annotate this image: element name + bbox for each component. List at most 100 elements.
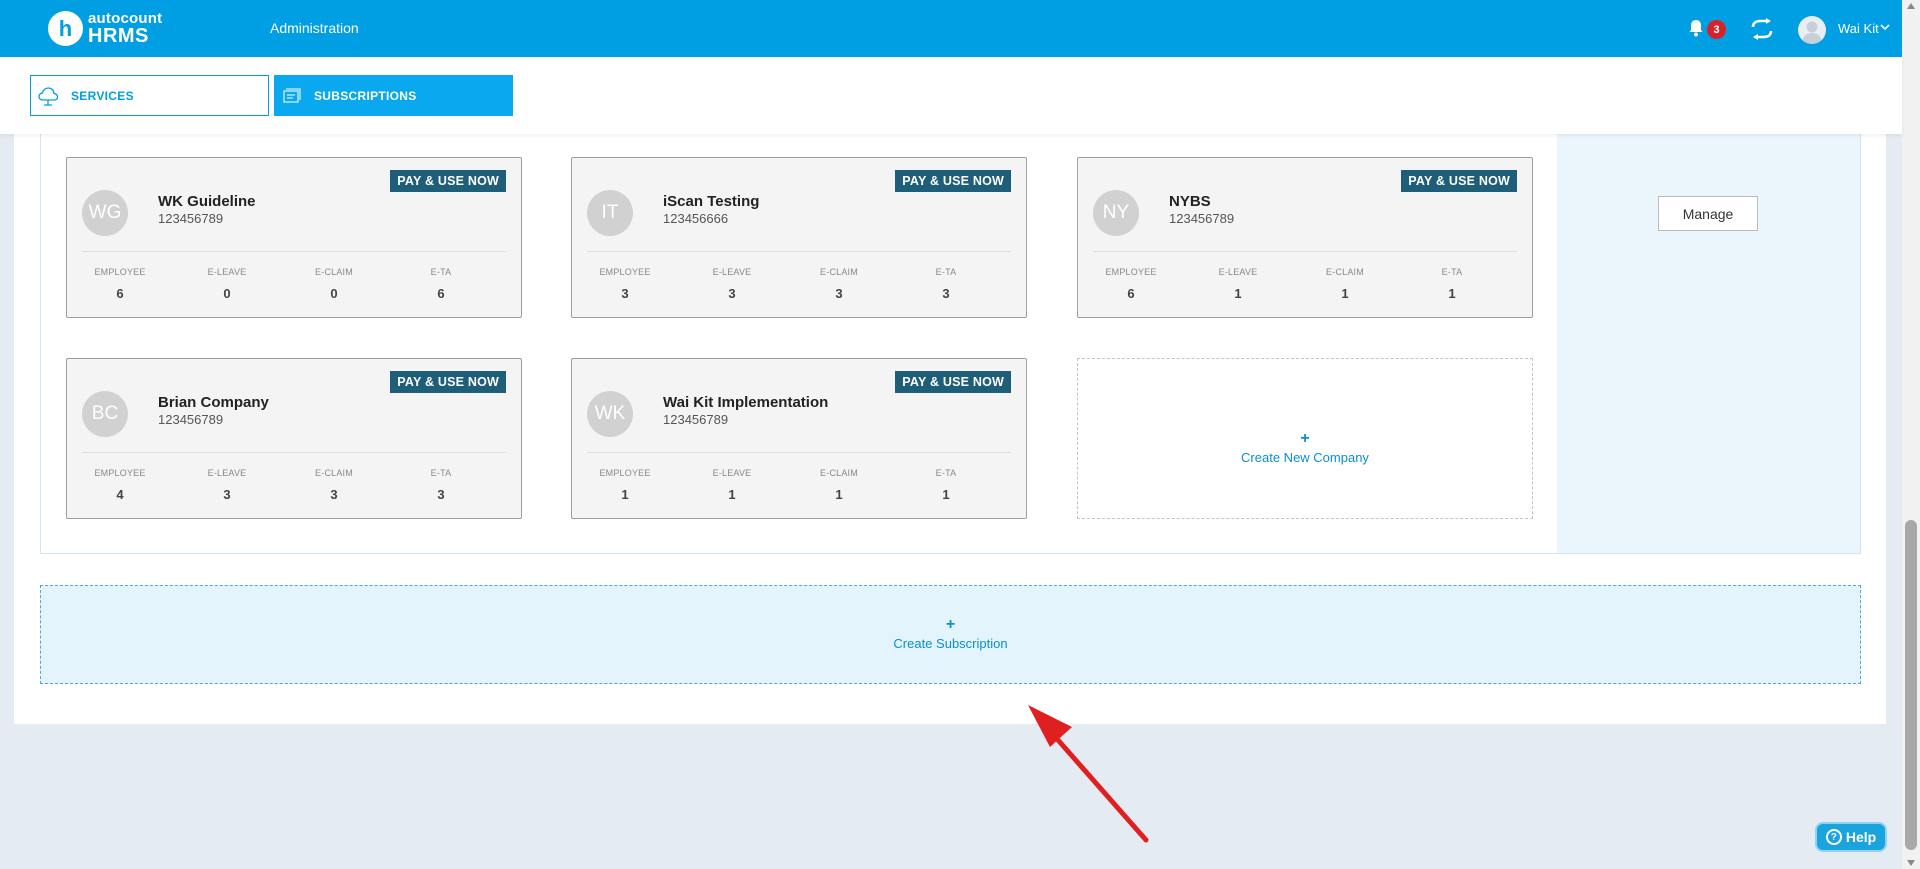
company-number: 123456789: [158, 412, 224, 427]
logo-line1: autocount: [88, 10, 163, 27]
manage-button[interactable]: Manage: [1658, 196, 1758, 231]
stat-employee: EMPLOYEE 6: [70, 267, 170, 301]
stat-eclaim: E-CLAIM 1: [789, 468, 889, 502]
stat-label: E-TA: [430, 468, 452, 478]
cloud-icon: [38, 86, 59, 106]
pay-use-now-button[interactable]: PAY & USE NOW: [390, 371, 506, 393]
user-avatar[interactable]: [1798, 16, 1826, 44]
company-name: WK Guideline: [158, 193, 256, 210]
stat-label: EMPLOYEE: [94, 267, 146, 277]
vertical-scrollbar[interactable]: [1902, 0, 1920, 869]
chevron-down-icon[interactable]: [1880, 24, 1890, 31]
company-name: NYBS: [1169, 193, 1211, 210]
plus-icon: +: [945, 616, 956, 633]
tab-subscriptions-label: SUBSCRIPTIONS: [314, 88, 417, 103]
subscription-actions-column: [1557, 130, 1860, 553]
stat-value: 3: [223, 487, 231, 502]
stat-value: 4: [116, 487, 124, 502]
stat-label: E-LEAVE: [712, 468, 752, 478]
stat-eclaim: E-CLAIM 3: [284, 468, 384, 502]
stat-label: E-LEAVE: [1218, 267, 1258, 277]
stat-value: 3: [621, 286, 629, 301]
company-number: 123456789: [663, 412, 729, 427]
stat-employee: EMPLOYEE 1: [575, 468, 675, 502]
stat-eclaim: E-CLAIM 3: [789, 267, 889, 301]
stat-value: 6: [116, 286, 124, 301]
company-card[interactable]: PAY & USE NOW NY NYBS 123456789 EMPLOYEE…: [1077, 157, 1533, 318]
stat-label: E-LEAVE: [207, 267, 247, 277]
stat-label: EMPLOYEE: [599, 267, 651, 277]
pay-use-now-button[interactable]: PAY & USE NOW: [390, 170, 506, 192]
stat-eleave: E-LEAVE 1: [1188, 267, 1288, 301]
company-name: iScan Testing: [663, 193, 760, 210]
stat-label: E-CLAIM: [315, 267, 353, 277]
help-button[interactable]: ? Help: [1815, 822, 1887, 852]
company-card[interactable]: PAY & USE NOW IT iScan Testing 123456666…: [571, 157, 1027, 318]
nav-administration[interactable]: Administration: [270, 20, 359, 36]
stat-label: E-CLAIM: [820, 468, 858, 478]
pay-use-now-button[interactable]: PAY & USE NOW: [895, 170, 1011, 192]
stat-value: 1: [621, 487, 629, 502]
stat-value: 1: [1341, 286, 1349, 301]
company-card[interactable]: PAY & USE NOW BC Brian Company 123456789…: [66, 358, 522, 519]
card-divider: [587, 452, 1011, 453]
stat-eta: E-TA 3: [896, 267, 996, 301]
company-initials-avatar: WG: [82, 190, 128, 236]
stat-eta: E-TA 3: [391, 468, 491, 502]
stat-value: 3: [835, 286, 843, 301]
tab-services-label: SERVICES: [71, 88, 134, 103]
switch-company-icon[interactable]: [1749, 18, 1775, 40]
stat-employee: EMPLOYEE 4: [70, 468, 170, 502]
stat-label: E-TA: [935, 267, 957, 277]
subscription-icon: [283, 87, 301, 103]
company-number: 123456666: [663, 211, 729, 226]
stat-value: 3: [437, 487, 445, 502]
create-new-company-label: Create New Company: [1241, 450, 1369, 465]
create-subscription-button[interactable]: + Create Subscription: [40, 585, 1861, 684]
company-initials-avatar: NY: [1093, 190, 1139, 236]
card-divider: [1093, 251, 1517, 252]
company-card[interactable]: PAY & USE NOW WG WK Guideline 123456789 …: [66, 157, 522, 318]
notification-badge: 3: [1707, 20, 1726, 39]
stat-eta: E-TA 6: [391, 267, 491, 301]
company-initials-avatar: IT: [587, 190, 633, 236]
top-navbar: h autocount HRMS Administration 3 Wai Ki…: [0, 0, 1902, 57]
stat-label: EMPLOYEE: [1105, 267, 1157, 277]
create-subscription-label: Create Subscription: [893, 636, 1008, 651]
scrollbar-thumb[interactable]: [1905, 520, 1917, 850]
stat-eleave: E-LEAVE 3: [682, 267, 782, 301]
logo-mark: h: [48, 11, 83, 46]
stat-value: 1: [728, 487, 736, 502]
create-new-company-button[interactable]: + Create New Company: [1077, 358, 1533, 519]
stat-eta: E-TA 1: [1402, 267, 1502, 301]
tab-subscriptions[interactable]: SUBSCRIPTIONS: [274, 75, 513, 116]
tab-services[interactable]: SERVICES: [30, 75, 269, 116]
scroll-down-arrow-icon[interactable]: [1907, 860, 1915, 866]
logo-text: autocount HRMS: [88, 11, 162, 46]
stat-label: E-LEAVE: [207, 468, 247, 478]
bell-icon[interactable]: [1688, 19, 1704, 37]
card-divider: [82, 452, 506, 453]
app-logo[interactable]: h autocount HRMS: [48, 11, 162, 46]
stat-label: E-TA: [935, 468, 957, 478]
stat-value: 1: [942, 487, 950, 502]
stat-label: EMPLOYEE: [94, 468, 146, 478]
tab-strip: SERVICES SUBSCRIPTIONS: [0, 57, 1902, 134]
stat-label: E-CLAIM: [1326, 267, 1364, 277]
pay-use-now-button[interactable]: PAY & USE NOW: [895, 371, 1011, 393]
stat-value: 1: [1448, 286, 1456, 301]
stat-eclaim: E-CLAIM 1: [1295, 267, 1395, 301]
stat-value: 0: [223, 286, 231, 301]
scroll-up-arrow-icon[interactable]: [1907, 3, 1915, 9]
card-divider: [82, 251, 506, 252]
logo-line2: HRMS: [88, 25, 149, 47]
stat-eleave: E-LEAVE 3: [177, 468, 277, 502]
company-card[interactable]: PAY & USE NOW WK Wai Kit Implementation …: [571, 358, 1027, 519]
user-name[interactable]: Wai Kit: [1838, 21, 1879, 36]
pay-use-now-button[interactable]: PAY & USE NOW: [1401, 170, 1517, 192]
company-name: Brian Company: [158, 394, 269, 411]
stat-value: 6: [437, 286, 445, 301]
company-initials-avatar: BC: [82, 391, 128, 437]
stat-value: 1: [835, 487, 843, 502]
stat-label: E-TA: [430, 267, 452, 277]
